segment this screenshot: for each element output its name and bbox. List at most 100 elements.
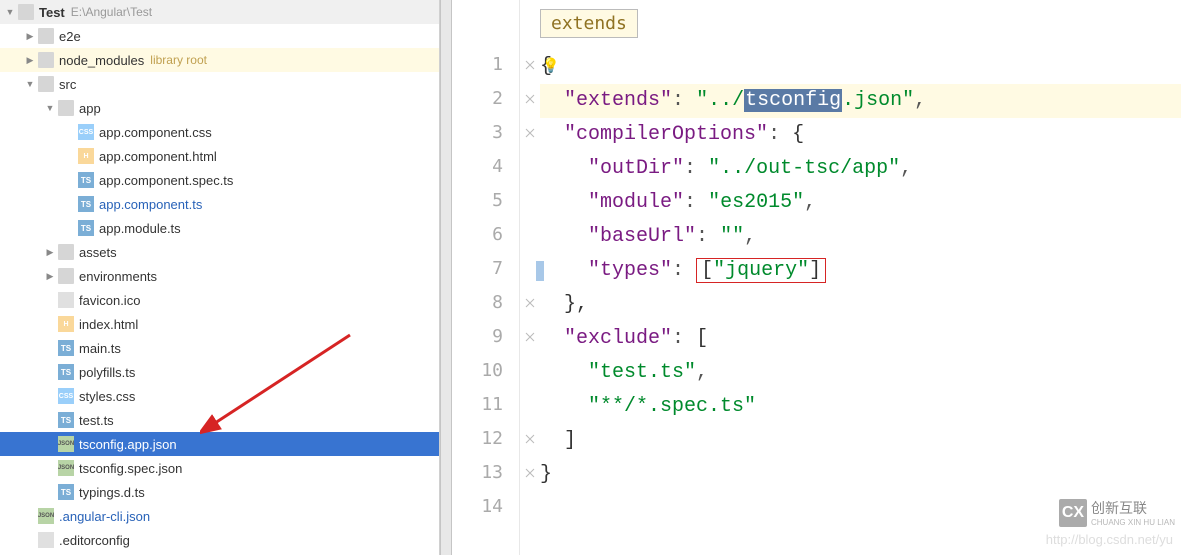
file-name-label: favicon.ico bbox=[79, 293, 140, 308]
tree-item[interactable]: ▶node_moduleslibrary root bbox=[0, 48, 439, 72]
tree-item[interactable]: TSapp.module.ts bbox=[0, 216, 439, 240]
intention-bulb-icon[interactable]: 💡 bbox=[542, 50, 559, 84]
tree-item[interactable]: TSmain.ts bbox=[0, 336, 439, 360]
expand-arrow-icon[interactable]: ▶ bbox=[44, 246, 56, 258]
ico-icon bbox=[58, 292, 74, 308]
file-name-label: e2e bbox=[59, 29, 81, 44]
tree-item[interactable]: ▶assets bbox=[0, 240, 439, 264]
file-name-label: tsconfig.spec.json bbox=[79, 461, 182, 476]
expand-arrow-icon[interactable]: ▶ bbox=[44, 270, 56, 282]
fold-marker[interactable] bbox=[520, 388, 540, 422]
folder-icon bbox=[18, 4, 34, 20]
tree-item[interactable]: TStest.ts bbox=[0, 408, 439, 432]
expand-arrow-icon[interactable]: ▶ bbox=[24, 54, 36, 66]
expand-arrow-icon[interactable] bbox=[64, 198, 76, 210]
line-number: 4 bbox=[452, 150, 503, 184]
tree-item[interactable]: ▶ environments bbox=[0, 264, 439, 288]
tree-item[interactable]: TSapp.component.spec.ts bbox=[0, 168, 439, 192]
fold-marker[interactable] bbox=[520, 150, 540, 184]
tree-item[interactable]: TS polyfills.ts bbox=[0, 360, 439, 384]
pane-divider[interactable] bbox=[440, 0, 452, 555]
tree-item[interactable]: JSONtsconfig.spec.json bbox=[0, 456, 439, 480]
ts-icon: TS bbox=[58, 340, 74, 356]
expand-arrow-icon[interactable] bbox=[24, 534, 36, 546]
line-number: 11 bbox=[452, 388, 503, 422]
tree-item[interactable]: TSapp.component.ts bbox=[0, 192, 439, 216]
expand-arrow-icon[interactable] bbox=[24, 510, 36, 522]
expand-arrow-icon[interactable] bbox=[64, 150, 76, 162]
fold-marker[interactable] bbox=[520, 320, 540, 354]
fold-marker[interactable] bbox=[520, 286, 540, 320]
fold-marker[interactable] bbox=[520, 422, 540, 456]
fold-marker[interactable] bbox=[520, 218, 540, 252]
line-number: 12 bbox=[452, 422, 503, 456]
expand-arrow-icon[interactable] bbox=[44, 294, 56, 306]
tree-item[interactable]: Hindex.html bbox=[0, 312, 439, 336]
tree-item[interactable]: ▼TestE:\Angular\Test bbox=[0, 0, 439, 24]
tree-item[interactable]: ▶ e2e bbox=[0, 24, 439, 48]
fold-marker[interactable] bbox=[520, 456, 540, 490]
line-number: 9 bbox=[452, 320, 503, 354]
folder-icon bbox=[58, 244, 74, 260]
breadcrumb-item[interactable]: extends bbox=[540, 9, 638, 38]
expand-arrow-icon[interactable] bbox=[44, 438, 56, 450]
expand-arrow-icon[interactable]: ▼ bbox=[24, 78, 36, 90]
path-label: E:\Angular\Test bbox=[71, 5, 152, 19]
expand-arrow-icon[interactable] bbox=[44, 366, 56, 378]
tree-item[interactable]: Happ.component.html bbox=[0, 144, 439, 168]
expand-arrow-icon[interactable] bbox=[64, 174, 76, 186]
code-editor: extends 1234567891011121314 {💡 "extends"… bbox=[452, 0, 1181, 555]
file-name-label: app bbox=[79, 101, 101, 116]
fold-marker[interactable] bbox=[520, 82, 540, 116]
file-name-label: .editorconfig bbox=[59, 533, 130, 548]
file-name-label: polyfills.ts bbox=[79, 365, 135, 380]
tree-item[interactable]: JSONtsconfig.app.json bbox=[0, 432, 439, 456]
tree-item[interactable]: JSON.angular-cli.json bbox=[0, 504, 439, 528]
fold-marker[interactable] bbox=[520, 184, 540, 218]
tree-item[interactable]: TStypings.d.ts bbox=[0, 480, 439, 504]
expand-arrow-icon[interactable] bbox=[44, 390, 56, 402]
watermark-url: http://blog.csdn.net/yu bbox=[1046, 532, 1173, 547]
tree-item[interactable]: favicon.ico bbox=[0, 288, 439, 312]
folder-icon bbox=[38, 52, 54, 68]
file-icon bbox=[38, 532, 54, 548]
tree-item[interactable]: ▼src bbox=[0, 72, 439, 96]
fold-marker[interactable] bbox=[520, 354, 540, 388]
line-number: 1 bbox=[452, 48, 503, 82]
file-name-label: tsconfig.app.json bbox=[79, 437, 177, 452]
file-name-label: app.component.ts bbox=[99, 197, 202, 212]
file-name-label: environments bbox=[79, 269, 157, 284]
expand-arrow-icon[interactable]: ▶ bbox=[24, 30, 36, 42]
tree-item[interactable]: .editorconfig bbox=[0, 528, 439, 552]
tree-item[interactable]: CSSstyles.css bbox=[0, 384, 439, 408]
fold-marker[interactable] bbox=[520, 490, 540, 524]
project-tree[interactable]: ▼TestE:\Angular\Test ▶ e2e ▶node_moduleslib… bbox=[0, 0, 440, 555]
expand-arrow-icon[interactable] bbox=[44, 414, 56, 426]
file-name-label: app.component.html bbox=[99, 149, 217, 164]
line-number: 2 bbox=[452, 82, 503, 116]
folder-icon bbox=[58, 268, 74, 284]
expand-arrow-icon[interactable] bbox=[44, 318, 56, 330]
tree-item[interactable]: ▼ app bbox=[0, 96, 439, 120]
line-number: 10 bbox=[452, 354, 503, 388]
line-gutter: 1234567891011121314 bbox=[452, 0, 520, 555]
tree-item[interactable]: CSSapp.component.css bbox=[0, 120, 439, 144]
expand-arrow-icon[interactable] bbox=[44, 342, 56, 354]
expand-arrow-icon[interactable] bbox=[44, 486, 56, 498]
fold-marker[interactable] bbox=[520, 116, 540, 150]
ts-icon: TS bbox=[58, 364, 74, 380]
expand-arrow-icon[interactable] bbox=[44, 462, 56, 474]
file-name-label: app.component.spec.ts bbox=[99, 173, 233, 188]
expand-arrow-icon[interactable] bbox=[64, 126, 76, 138]
expand-arrow-icon[interactable]: ▼ bbox=[4, 6, 16, 18]
html-icon: H bbox=[78, 148, 94, 164]
file-name-label: .angular-cli.json bbox=[59, 509, 150, 524]
css-icon: CSS bbox=[78, 124, 94, 140]
code-area[interactable]: {💡 "extends": "../tsconfig.json", "compi… bbox=[540, 0, 1181, 555]
file-name-label: test.ts bbox=[79, 413, 114, 428]
expand-arrow-icon[interactable]: ▼ bbox=[44, 102, 56, 114]
file-name-label: styles.css bbox=[79, 389, 135, 404]
caret-marker bbox=[536, 261, 544, 281]
fold-marker[interactable] bbox=[520, 48, 540, 82]
expand-arrow-icon[interactable] bbox=[64, 222, 76, 234]
